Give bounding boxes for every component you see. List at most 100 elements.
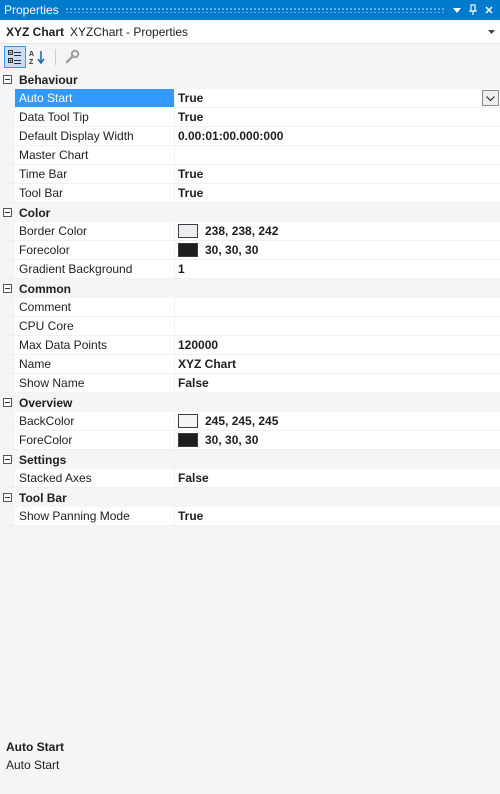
category-tool-bar[interactable]: Tool Bar	[0, 488, 500, 507]
collapse-icon[interactable]	[0, 398, 15, 407]
category-behaviour[interactable]: Behaviour	[0, 70, 500, 89]
property-value-cell[interactable]: False	[175, 469, 500, 487]
categorized-icon[interactable]	[4, 46, 26, 68]
property-grid: Behaviour Auto Start True Data Tool Tip True…	[0, 70, 500, 730]
property-value-cell[interactable]: 245, 245, 245	[175, 412, 500, 430]
property-name[interactable]: Auto Start	[15, 89, 175, 107]
property-value: 120000	[178, 338, 219, 352]
property-name[interactable]: Show Panning Mode	[15, 507, 175, 525]
object-type: XYZChart - Properties	[70, 24, 189, 39]
property-value-cell[interactable]: 1	[175, 260, 500, 278]
property-row[interactable]: Name XYZ Chart	[0, 355, 500, 374]
property-row[interactable]: Forecolor 30, 30, 30	[0, 241, 500, 260]
property-name[interactable]: Gradient Background	[15, 260, 175, 278]
property-value-cell[interactable]: 238, 238, 242	[175, 222, 500, 240]
collapse-icon[interactable]	[0, 208, 15, 217]
property-name[interactable]: Max Data Points	[15, 336, 175, 354]
property-value: False	[178, 376, 209, 390]
property-value-cell[interactable]: False	[175, 374, 500, 392]
chevron-down-icon	[486, 91, 495, 105]
property-row[interactable]: Stacked Axes False	[0, 469, 500, 488]
property-row[interactable]: Comment	[0, 298, 500, 317]
property-name[interactable]: Forecolor	[15, 241, 175, 259]
close-icon[interactable]	[482, 2, 496, 18]
property-row[interactable]: Time Bar True	[0, 165, 500, 184]
property-value-cell[interactable]: True	[175, 507, 500, 525]
property-name[interactable]: Border Color	[15, 222, 175, 240]
property-name[interactable]: Show Name	[15, 374, 175, 392]
property-value: True	[178, 91, 204, 105]
property-value: True	[178, 167, 204, 181]
property-value-cell[interactable]	[175, 146, 500, 164]
property-row[interactable]: BackColor 245, 245, 245	[0, 412, 500, 431]
property-value: 30, 30, 30	[205, 243, 259, 257]
property-name[interactable]: Tool Bar	[15, 184, 175, 202]
color-swatch	[178, 243, 198, 257]
color-swatch	[178, 224, 198, 238]
property-value-cell[interactable]: 30, 30, 30	[175, 241, 500, 259]
category-common[interactable]: Common	[0, 279, 500, 298]
dropdown-button[interactable]	[482, 90, 499, 106]
row-gutter	[0, 89, 15, 107]
property-name[interactable]: Time Bar	[15, 165, 175, 183]
row-gutter	[0, 412, 15, 430]
property-value-cell[interactable]: True	[175, 108, 500, 126]
property-value-cell[interactable]: True	[175, 165, 500, 183]
collapse-icon[interactable]	[0, 455, 15, 464]
title-bar: Properties	[0, 0, 500, 20]
property-row[interactable]: CPU Core	[0, 317, 500, 336]
property-value-cell[interactable]: 30, 30, 30	[175, 431, 500, 449]
collapse-icon[interactable]	[0, 284, 15, 293]
property-value: True	[178, 110, 204, 124]
row-gutter	[0, 184, 15, 202]
property-row[interactable]: Tool Bar True	[0, 184, 500, 203]
property-value-cell[interactable]: True	[175, 89, 500, 107]
title-grip[interactable]	[64, 7, 444, 13]
description-text: Auto Start	[6, 758, 60, 772]
property-row[interactable]: ForeColor 30, 30, 30	[0, 431, 500, 450]
property-value-cell[interactable]: 120000	[175, 336, 500, 354]
pin-icon[interactable]	[466, 2, 480, 18]
property-row[interactable]: Data Tool Tip True	[0, 108, 500, 127]
property-name[interactable]: CPU Core	[15, 317, 175, 335]
row-gutter	[0, 298, 15, 316]
property-row[interactable]: Max Data Points 120000	[0, 336, 500, 355]
category-overview[interactable]: Overview	[0, 393, 500, 412]
property-name[interactable]: Stacked Axes	[15, 469, 175, 487]
property-row[interactable]: Show Panning Mode True	[0, 507, 500, 526]
category-color[interactable]: Color	[0, 203, 500, 222]
chevron-down-icon[interactable]	[486, 29, 496, 34]
property-row[interactable]: Master Chart	[0, 146, 500, 165]
property-value-cell[interactable]: 0.00:01:00.000:000	[175, 127, 500, 145]
category-settings[interactable]: Settings	[0, 450, 500, 469]
row-gutter	[0, 336, 15, 354]
window-position-icon[interactable]	[450, 2, 464, 18]
collapse-icon[interactable]	[0, 75, 15, 84]
object-selector[interactable]: XYZ Chart XYZChart - Properties	[0, 20, 500, 44]
collapse-icon[interactable]	[0, 493, 15, 502]
svg-text:A: A	[29, 51, 34, 58]
property-value-cell[interactable]: XYZ Chart	[175, 355, 500, 373]
property-row[interactable]: Gradient Background 1	[0, 260, 500, 279]
alphabetical-icon[interactable]: A Z	[27, 46, 49, 68]
property-name[interactable]: BackColor	[15, 412, 175, 430]
property-name[interactable]: Default Display Width	[15, 127, 175, 145]
property-name[interactable]: Comment	[15, 298, 175, 316]
property-row[interactable]: Auto Start True	[0, 89, 500, 108]
description-pane: Auto Start Auto Start	[0, 734, 500, 794]
property-name[interactable]: Name	[15, 355, 175, 373]
property-value-cell[interactable]: True	[175, 184, 500, 202]
property-value-cell[interactable]	[175, 298, 500, 316]
window-title: Properties	[4, 3, 59, 17]
property-name[interactable]: Master Chart	[15, 146, 175, 164]
wrench-icon[interactable]	[61, 46, 83, 68]
property-name[interactable]: Data Tool Tip	[15, 108, 175, 126]
object-name: XYZ Chart	[6, 24, 65, 39]
property-row[interactable]: Show Name False	[0, 374, 500, 393]
category-label: Settings	[19, 452, 67, 467]
property-value: True	[178, 509, 204, 523]
property-row[interactable]: Default Display Width 0.00:01:00.000:000	[0, 127, 500, 146]
property-name[interactable]: ForeColor	[15, 431, 175, 449]
property-row[interactable]: Border Color 238, 238, 242	[0, 222, 500, 241]
property-value-cell[interactable]	[175, 317, 500, 335]
